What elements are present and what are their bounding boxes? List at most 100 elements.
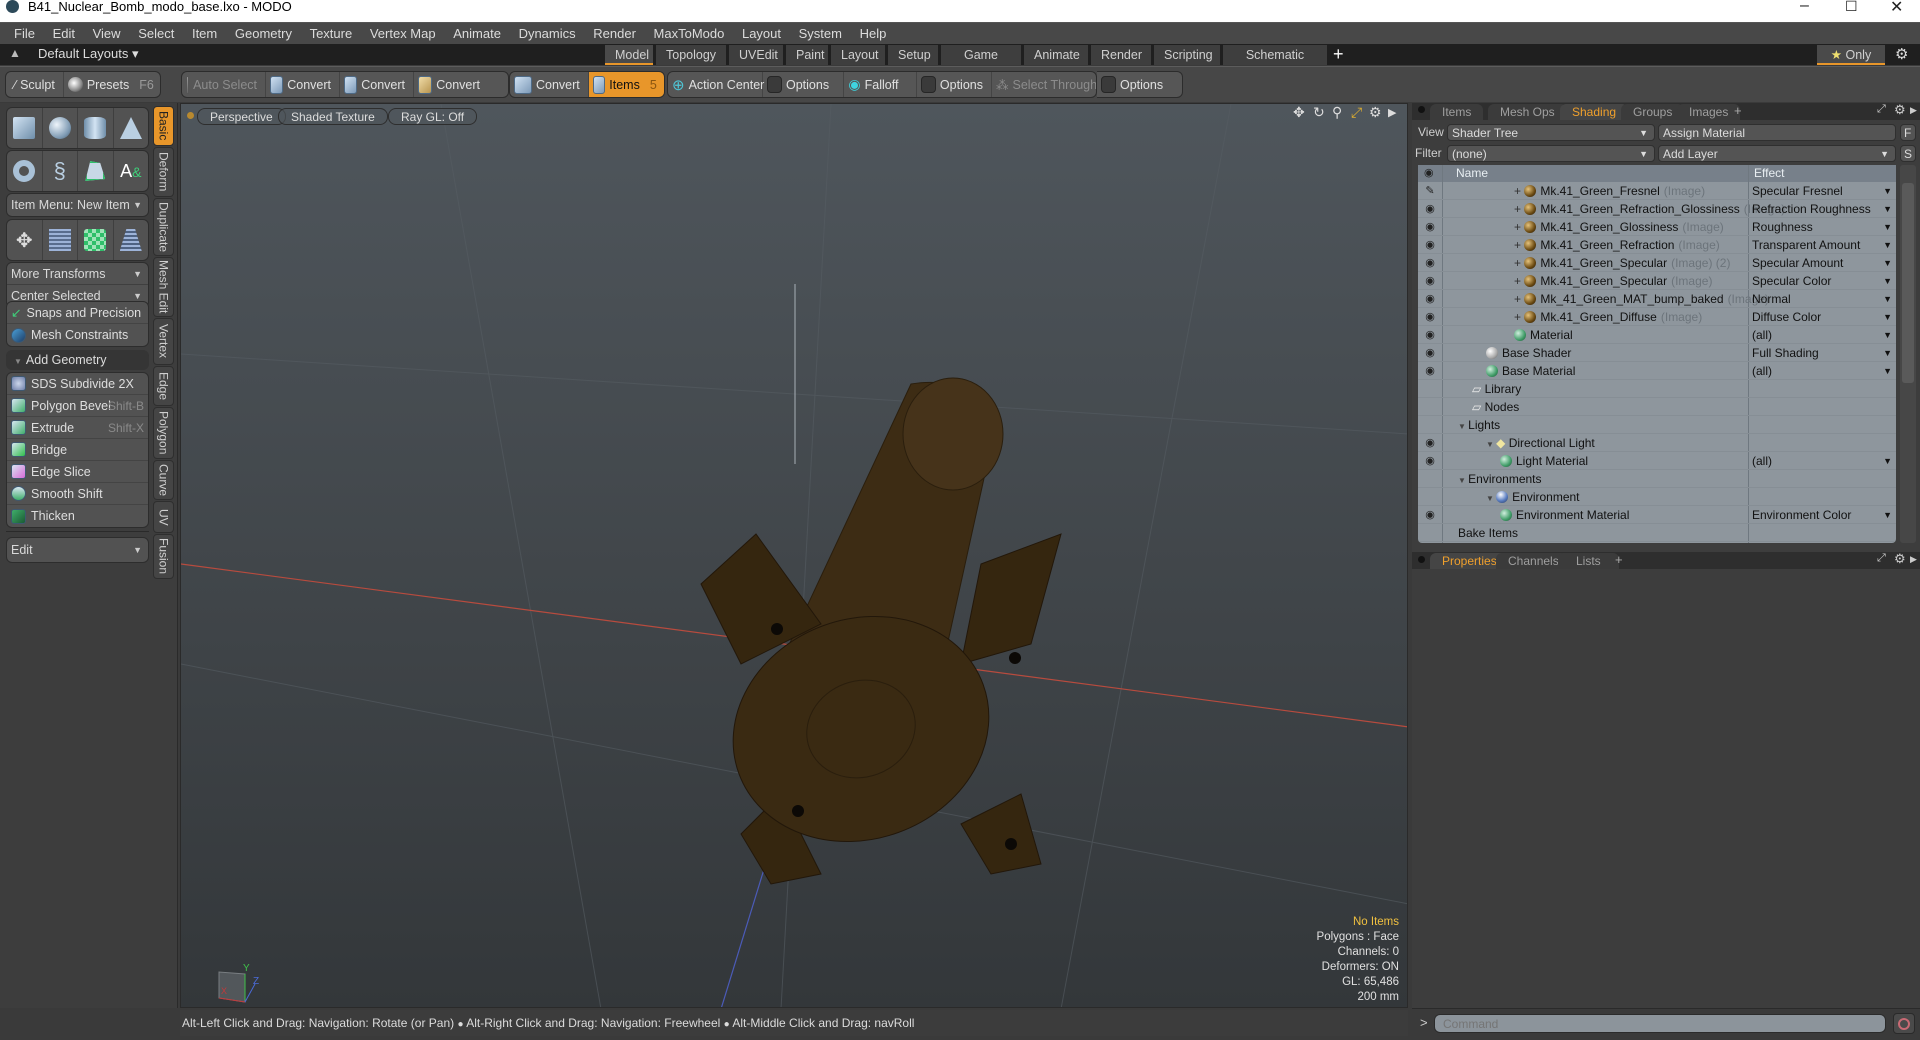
- 3d-viewport[interactable]: Y Z X Perspective Shaded Texture Ray GL:…: [180, 103, 1408, 1008]
- effect-dropdown-chevron-icon[interactable]: ▼: [1883, 236, 1892, 254]
- visibility-eye-icon[interactable]: ◉: [1422, 326, 1438, 344]
- add-layer-dropdown[interactable]: Add Layer ▼: [1658, 145, 1896, 162]
- expand-triangle-icon[interactable]: ▼: [1458, 422, 1468, 431]
- convert-vertices-button[interactable]: Convert: [266, 72, 340, 97]
- panel-settings-gear-icon[interactable]: ⚙: [1894, 102, 1906, 118]
- fit-view-icon[interactable]: ⤢: [1351, 104, 1362, 121]
- vtab-duplicate[interactable]: Duplicate: [153, 198, 174, 256]
- shader-tree-row[interactable]: ◉ + Mk.41_Green_Refraction (Image) Transpar…: [1418, 236, 1896, 254]
- convert-items-button[interactable]: Convert: [510, 72, 589, 97]
- layer-effect[interactable]: (all): [1752, 362, 1772, 380]
- layer-effect[interactable]: Diffuse Color: [1752, 308, 1821, 326]
- expand-plus-icon[interactable]: +: [1514, 202, 1524, 216]
- snaps-and-precision-button[interactable]: ↙ Snaps and Precision: [7, 302, 148, 324]
- effect-dropdown-chevron-icon[interactable]: ▼: [1883, 362, 1892, 380]
- cone-primitive-button[interactable]: [114, 108, 149, 148]
- layer-effect[interactable]: Normal: [1752, 290, 1791, 308]
- viewport-expand-arrow-icon[interactable]: ▶: [1388, 106, 1396, 119]
- rotate-view-icon[interactable]: ↻: [1313, 104, 1325, 121]
- select-through-button[interactable]: ⁂ Select Through: [992, 72, 1096, 97]
- panel-options-dot-icon[interactable]: [1418, 556, 1425, 563]
- visibility-eye-icon[interactable]: ◉: [1422, 452, 1438, 470]
- transform-tool-button[interactable]: ✥: [7, 220, 43, 260]
- convert-polygons-button[interactable]: Convert: [414, 72, 488, 97]
- visibility-eye-icon[interactable]: ◉: [1422, 218, 1438, 236]
- tab-schematic-fusion[interactable]: Schematic Fusion: [1223, 45, 1327, 82]
- vtab-vertex[interactable]: Vertex: [153, 318, 174, 365]
- tab-items[interactable]: Items: [1430, 104, 1484, 120]
- convert-edges-button[interactable]: Convert: [340, 72, 414, 97]
- shader-tree-row[interactable]: ▱ Library: [1418, 380, 1896, 398]
- visibility-eye-icon[interactable]: ◉: [1422, 200, 1438, 218]
- menu-view[interactable]: View: [93, 23, 121, 45]
- tab-topology[interactable]: Topology: [656, 45, 726, 65]
- filter-dropdown[interactable]: (none) ▼: [1447, 145, 1655, 162]
- auto-select-button[interactable]: Auto Select: [182, 72, 266, 97]
- vtab-fusion[interactable]: Fusion: [153, 534, 174, 579]
- expand-plus-icon[interactable]: +: [1514, 274, 1524, 288]
- zoom-view-icon[interactable]: ⚲: [1332, 104, 1342, 121]
- expand-plus-icon[interactable]: +: [1514, 184, 1524, 198]
- tab-animate[interactable]: Animate: [1024, 45, 1088, 65]
- effect-dropdown-chevron-icon[interactable]: ▼: [1883, 290, 1892, 308]
- visibility-eye-icon[interactable]: ◉: [1422, 434, 1438, 452]
- taper-tool-button[interactable]: [114, 220, 149, 260]
- layer-effect[interactable]: Specular Amount: [1752, 254, 1843, 272]
- scrollbar-thumb[interactable]: [1902, 183, 1914, 383]
- tab-game-tools[interactable]: Game Tools: [941, 45, 1021, 82]
- shader-tree-row[interactable]: ▼ Environments: [1418, 470, 1896, 488]
- shader-tree-row[interactable]: ◉ ▼ ◆ Directional Light: [1418, 434, 1896, 452]
- action-center-button[interactable]: ⊕ Action Center: [668, 72, 764, 97]
- layer-effect[interactable]: Environment Color: [1752, 506, 1851, 524]
- menu-dynamics[interactable]: Dynamics: [519, 23, 576, 45]
- paint-brush-icon[interactable]: ✎: [1422, 182, 1438, 200]
- layer-effect[interactable]: Transparent Amount: [1752, 236, 1860, 254]
- menu-layout[interactable]: Layout: [742, 23, 781, 45]
- menu-item[interactable]: Item: [192, 23, 217, 45]
- s-button[interactable]: S: [1900, 145, 1916, 162]
- text-tool-button[interactable]: A&: [114, 151, 149, 191]
- visibility-eye-icon[interactable]: ◉: [1422, 506, 1438, 524]
- vtab-mesh-edit[interactable]: Mesh Edit: [153, 257, 174, 317]
- torus-primitive-button[interactable]: [7, 151, 43, 191]
- view-dropdown[interactable]: Shader Tree ▼: [1447, 124, 1655, 141]
- expand-plus-icon[interactable]: +: [1514, 220, 1524, 234]
- shader-tree-row[interactable]: ▱ Nodes: [1418, 398, 1896, 416]
- minimize-button[interactable]: –: [1800, 0, 1809, 15]
- shader-tree-row[interactable]: ✎ + Mk.41_Green_Fresnel (Image) Specular Fr…: [1418, 182, 1896, 200]
- layout-up-arrow-icon[interactable]: ▲: [9, 46, 21, 60]
- expand-triangle-icon[interactable]: ▼: [1486, 494, 1496, 503]
- expand-plus-icon[interactable]: +: [1514, 292, 1524, 306]
- add-panel-tab-button[interactable]: +: [1615, 552, 1623, 567]
- pan-view-icon[interactable]: ✥: [1293, 104, 1305, 121]
- vtab-edge[interactable]: Edge: [153, 366, 174, 406]
- raygl-toggle-button[interactable]: Ray GL: Off: [388, 108, 478, 125]
- shader-tree-row[interactable]: Bake Items: [1418, 524, 1896, 542]
- effect-dropdown-chevron-icon[interactable]: ▼: [1883, 308, 1892, 326]
- cube-primitive-button[interactable]: [7, 108, 43, 148]
- menu-select[interactable]: Select: [138, 23, 174, 45]
- tab-groups[interactable]: Groups: [1621, 104, 1685, 120]
- effect-column-header[interactable]: Effect: [1754, 166, 1784, 180]
- expand-triangle-icon[interactable]: ▼: [1458, 476, 1468, 485]
- effect-dropdown-chevron-icon[interactable]: ▼: [1883, 506, 1892, 524]
- item-menu-dropdown[interactable]: Item Menu: New Item ▼: [7, 194, 148, 216]
- smooth-shift-button[interactable]: Smooth Shift: [7, 483, 148, 505]
- visibility-eye-icon[interactable]: ◉: [1422, 254, 1438, 272]
- uv-tool-button[interactable]: [78, 220, 114, 260]
- menu-help[interactable]: Help: [860, 23, 887, 45]
- shader-tree-row[interactable]: ◉ Base Material (all) ▼: [1418, 362, 1896, 380]
- layer-effect[interactable]: Roughness: [1752, 218, 1813, 236]
- maximize-panel-icon[interactable]: ⤢: [1877, 103, 1886, 116]
- panel-expand-arrow-icon[interactable]: ▶: [1910, 554, 1917, 565]
- presets-button[interactable]: Presets F6: [64, 72, 160, 97]
- layer-effect[interactable]: (all): [1752, 452, 1772, 470]
- menu-render[interactable]: Render: [593, 23, 636, 45]
- expand-plus-icon[interactable]: +: [1514, 256, 1524, 270]
- maximize-button[interactable]: ☐: [1845, 0, 1858, 15]
- menu-vertex-map[interactable]: Vertex Map: [370, 23, 436, 45]
- shading-mode-button[interactable]: Shaded Texture: [278, 108, 388, 125]
- edit-dropdown[interactable]: Edit ▼: [7, 538, 148, 562]
- more-transforms-dropdown[interactable]: More Transforms ▼: [7, 263, 148, 285]
- effect-dropdown-chevron-icon[interactable]: ▼: [1883, 452, 1892, 470]
